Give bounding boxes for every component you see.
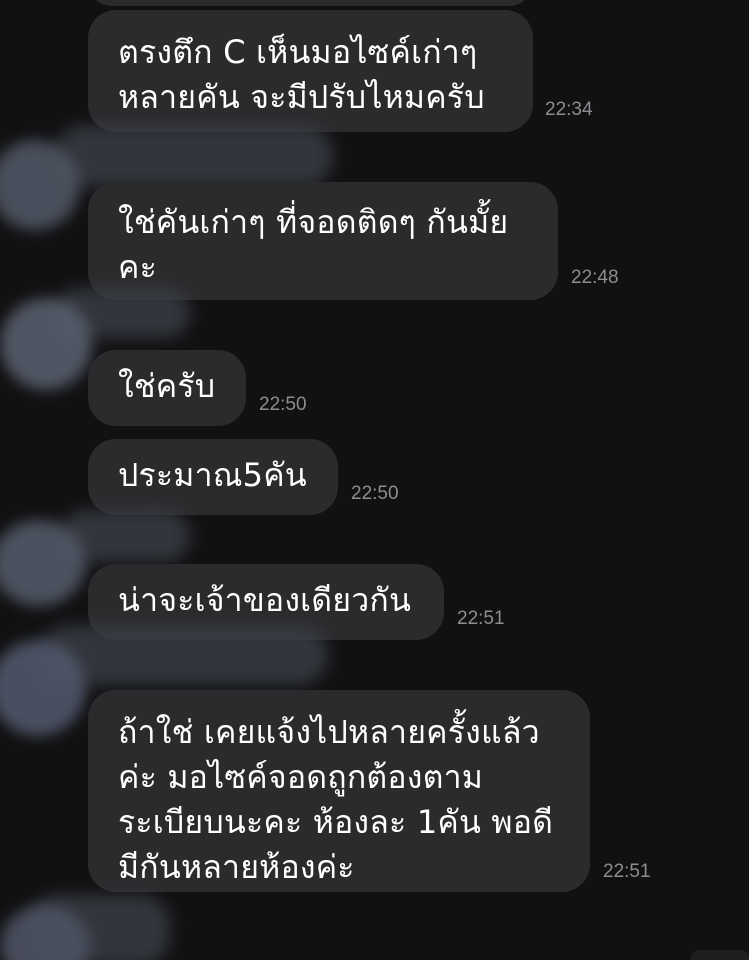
- message-bubble[interactable]: ถ้าใช่ เคยแจ้งไปหลายครั้งแล้ว ค่ะ มอไซค์…: [88, 690, 590, 892]
- message-timestamp: 22:34: [545, 99, 593, 120]
- chat-thread: ตรงตึก C เห็นมอไซค์เก่าๆ หลายคัน จะมีปรั…: [0, 0, 749, 960]
- message-timestamp: 22:51: [457, 608, 505, 629]
- sender-name-blurred: [55, 125, 333, 187]
- message-timestamp: 22:51: [603, 861, 651, 882]
- message-bubble-partial[interactable]: [88, 0, 533, 6]
- partial-element: [690, 950, 749, 960]
- message-timestamp: 22:48: [571, 267, 619, 288]
- message-bubble[interactable]: ใช่ครับ: [88, 350, 246, 426]
- avatar-blurred[interactable]: [0, 298, 92, 390]
- avatar-blurred[interactable]: [0, 140, 80, 230]
- avatar-blurred[interactable]: [0, 640, 86, 736]
- message-bubble[interactable]: ประมาณ5คัน: [88, 439, 338, 515]
- avatar-blurred[interactable]: [0, 520, 86, 606]
- message-bubble[interactable]: ตรงตึก C เห็นมอไซค์เก่าๆ หลายคัน จะมีปรั…: [88, 10, 533, 132]
- message-timestamp: 22:50: [259, 394, 307, 415]
- message-bubble[interactable]: ใช่คันเก่าๆ ที่จอดติดๆ กันมั้ย คะ: [88, 182, 558, 300]
- message-timestamp: 22:50: [351, 483, 399, 504]
